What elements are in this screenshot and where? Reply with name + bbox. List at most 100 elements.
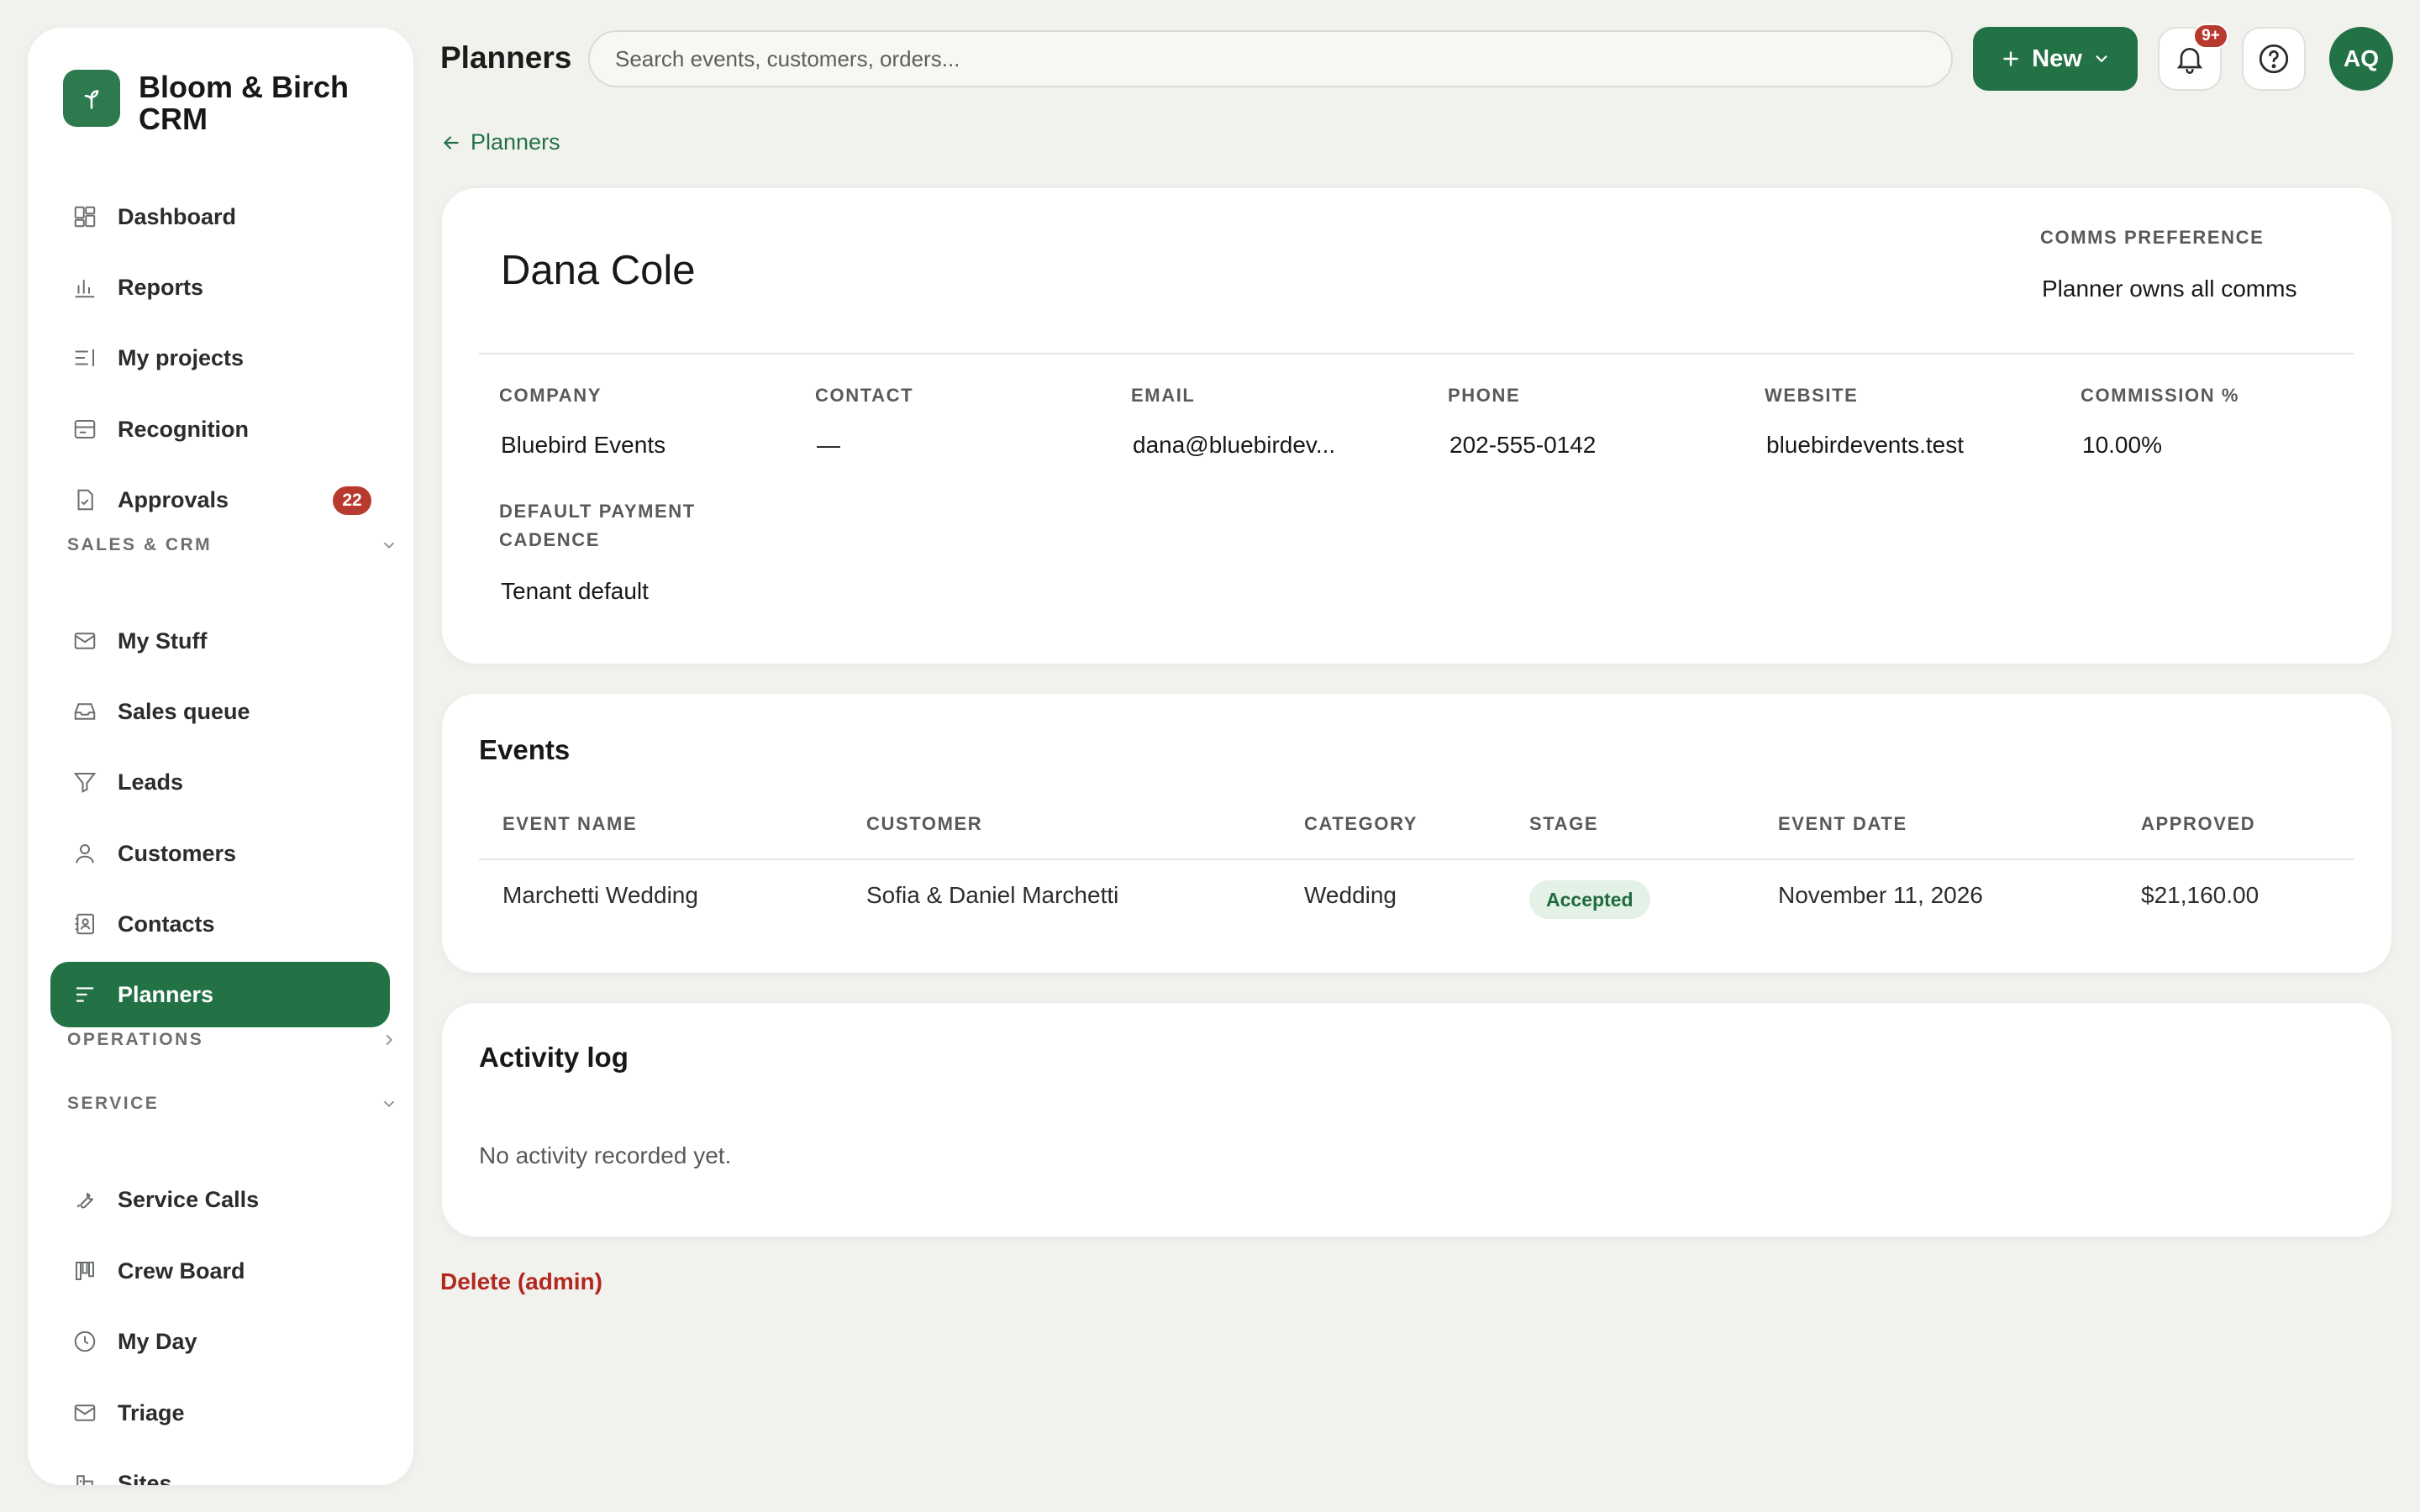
mail-icon — [71, 1399, 99, 1427]
phone-label: PHONE — [1448, 385, 1521, 406]
approved-amount-cell: $21,160.00 — [2141, 882, 2260, 908]
search-input[interactable] — [615, 45, 1951, 72]
plus-icon — [2000, 48, 2022, 70]
notifications-button[interactable]: 9+ — [2158, 24, 2228, 91]
column-header-approved[interactable]: APPROVED — [2141, 813, 2255, 835]
sidebar-item-triage[interactable]: Triage — [50, 1380, 390, 1446]
section-sales-crm[interactable]: SALES & CRM — [67, 530, 398, 560]
payment-cadence-label-line1: DEFAULT PAYMENT — [499, 501, 696, 522]
sidebar-item-reports[interactable]: Reports — [50, 255, 390, 320]
sidebar-item-label: Contacts — [118, 911, 215, 937]
chevron-down-icon — [2092, 50, 2111, 68]
sidebar-item-crew-board[interactable]: Crew Board — [50, 1238, 390, 1304]
help-icon — [2256, 41, 2291, 76]
sidebar-item-my-stuff[interactable]: My Stuff — [50, 608, 390, 674]
sidebar-item-label: My Stuff — [118, 627, 208, 654]
brand[interactable]: Bloom & Birch CRM — [63, 70, 391, 135]
contact-label: CONTACT — [815, 385, 914, 406]
sidebar-item-service-calls[interactable]: Service Calls — [50, 1167, 390, 1232]
activity-log-card: Activity log No activity recorded yet. — [442, 1003, 2391, 1236]
mail-icon — [71, 627, 99, 655]
sidebar-item-my-projects[interactable]: My projects — [50, 325, 390, 391]
comms-preference-value: Planner owns all comms — [2042, 276, 2297, 302]
email-label: EMAIL — [1131, 385, 1196, 406]
sidebar-item-label: Service Calls — [118, 1186, 260, 1212]
search-bar[interactable] — [588, 30, 1953, 87]
column-header-category[interactable]: CATEGORY — [1304, 813, 1418, 835]
company-label: COMPANY — [499, 385, 602, 406]
sidebar-item-planners[interactable]: Planners — [50, 962, 390, 1027]
company-value: Bluebird Events — [501, 432, 666, 458]
kanban-icon — [71, 1257, 99, 1285]
inbox-icon — [71, 697, 99, 726]
contact-book-icon — [71, 910, 99, 938]
sidebar-item-my-day[interactable]: My Day — [50, 1309, 390, 1374]
help-button[interactable] — [2242, 27, 2306, 91]
document-check-icon — [71, 486, 99, 514]
phone-value[interactable]: 202-555-0142 — [1449, 432, 1596, 459]
chevron-right-icon — [380, 1031, 398, 1049]
page-title: Planners — [440, 40, 572, 75]
comms-preference-label: COMMS PREFERENCE — [2040, 227, 2265, 248]
list-icon — [71, 344, 99, 372]
commission-label: COMMISSION % — [2081, 385, 2240, 406]
column-header-customer[interactable]: CUSTOMER — [866, 813, 982, 835]
dashboard-icon — [71, 202, 99, 231]
sidebar-item-label: Dashboard — [118, 203, 237, 229]
sidebar-item-label: Sites — [118, 1470, 172, 1486]
payment-cadence-label: DEFAULT PAYMENT CADENCE — [499, 497, 696, 554]
user-avatar[interactable]: AQ — [2329, 27, 2393, 91]
clock-icon — [71, 1327, 99, 1356]
delete-admin-link[interactable]: Delete (admin) — [440, 1268, 602, 1295]
sidebar-item-label: Sales queue — [118, 698, 250, 724]
section-operations[interactable]: OPERATIONS — [67, 1025, 398, 1055]
filter-icon — [71, 768, 99, 796]
website-value[interactable]: bluebirdevents.test — [1766, 432, 1964, 459]
notifications-badge: 9+ — [2193, 24, 2228, 49]
sidebar-item-contacts[interactable]: Contacts — [50, 891, 390, 957]
sidebar-item-label: My projects — [118, 344, 245, 370]
user-icon — [71, 839, 99, 868]
customer-cell: Sofia & Daniel Marchetti — [866, 882, 1119, 908]
activity-log-title: Activity log — [479, 1042, 629, 1073]
event-name-cell[interactable]: Marchetti Wedding — [502, 882, 698, 909]
column-header-stage[interactable]: STAGE — [1529, 813, 1598, 835]
sidebar-item-recognition[interactable]: Recognition — [50, 396, 390, 462]
new-button[interactable]: New — [1973, 27, 2138, 91]
sidebar-item-customers[interactable]: Customers — [50, 821, 390, 886]
back-to-planners-link[interactable]: Planners — [440, 129, 560, 155]
events-card: Events EVENT NAME CUSTOMER CATEGORY STAG… — [442, 694, 2391, 973]
events-title: Events — [479, 734, 571, 765]
chevron-down-icon — [380, 1095, 398, 1113]
planner-name: Dana Cole — [501, 248, 696, 293]
table-header-divider — [479, 858, 2354, 860]
sidebar-item-label: Planners — [118, 981, 214, 1007]
sidebar-item-leads[interactable]: Leads — [50, 749, 390, 815]
section-label: OPERATIONS — [67, 1030, 204, 1049]
column-header-event-name[interactable]: EVENT NAME — [502, 813, 637, 835]
sidebar-item-label: Reports — [118, 274, 204, 300]
sidebar-item-dashboard[interactable]: Dashboard — [50, 184, 390, 249]
bar-chart-icon — [71, 273, 99, 302]
brand-name: Bloom & Birch CRM — [139, 70, 350, 136]
section-service[interactable]: SERVICE — [67, 1089, 398, 1119]
sidebar-item-sites[interactable]: Sites — [50, 1451, 390, 1485]
approvals-count-badge: 22 — [333, 486, 371, 515]
arrow-left-icon — [440, 132, 462, 154]
sidebar-item-label: Recognition — [118, 416, 249, 442]
sidebar: Bloom & Birch CRM Dashboard Reports My p… — [28, 28, 413, 1485]
commission-value: 10.00% — [2082, 432, 2162, 458]
category-cell: Wedding — [1304, 882, 1397, 908]
payment-cadence-label-line2: CADENCE — [499, 529, 600, 550]
email-value[interactable]: dana@bluebirdev... — [1133, 432, 1335, 459]
planner-icon — [71, 980, 99, 1009]
sidebar-item-label: My Day — [118, 1328, 197, 1354]
divider — [479, 353, 2354, 354]
column-header-event-date[interactable]: EVENT DATE — [1778, 813, 1907, 835]
sidebar-item-approvals[interactable]: Approvals 22 — [50, 467, 390, 533]
building-icon — [71, 1469, 99, 1485]
section-label: SERVICE — [67, 1094, 160, 1113]
sidebar-item-sales-queue[interactable]: Sales queue — [50, 679, 390, 744]
section-label: SALES & CRM — [67, 535, 213, 554]
website-label: WEBSITE — [1765, 385, 1859, 406]
